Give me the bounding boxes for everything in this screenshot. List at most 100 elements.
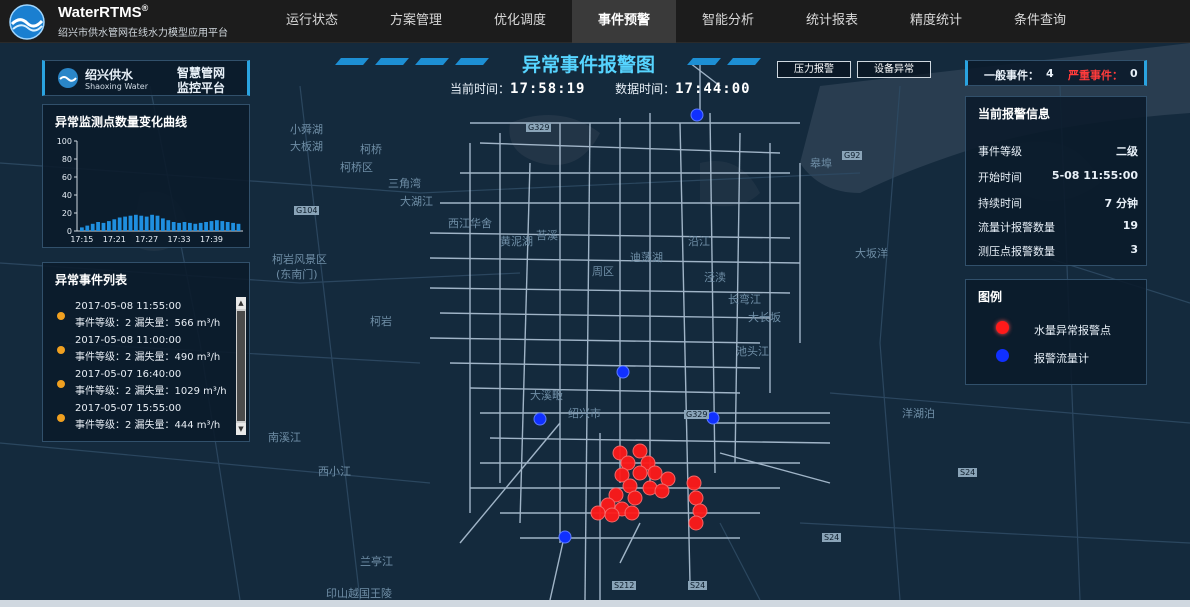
title-stripe [687,58,721,65]
chart-bar [193,223,198,231]
event-list-scrollbar[interactable]: ▲ ▼ [236,297,246,435]
nav-item-running-status[interactable]: 运行状态 [260,0,364,43]
event-detail: 事件等级：2 漏失量：1029 m³/h [75,386,227,397]
map-label: 周区 [592,265,614,278]
map-label: 沿江 [688,235,710,248]
map-label: 印山越国王陵 [326,587,392,600]
chart-bar [101,222,106,231]
device-abnormal-button[interactable]: 设备异常 [857,61,931,78]
y-tick-label: 60 [62,173,72,182]
chart-bar [107,221,111,231]
map-label: 洋湖泊 [902,407,935,420]
nav-item-condition-query[interactable]: 条件查询 [988,0,1092,43]
chart-bar [198,222,203,231]
list-item[interactable]: 2017-05-07 15:55:00 事件等级：2 漏失量：444 m³/h [55,403,235,433]
bottom-bar [0,600,1190,607]
chart-bar [215,220,219,231]
map-label: 柯岩风景区 [272,253,327,266]
scroll-up-icon[interactable]: ▲ [236,297,246,309]
road-badge: G92 [842,151,863,160]
map-label: 西小江 [318,465,351,478]
chart-bar [220,221,225,231]
x-tick-label: 17:33 [168,235,191,244]
general-event-count: 4 [1046,67,1054,80]
nav-item-smart-analysis[interactable]: 智能分析 [676,0,780,43]
event-dot-icon [57,312,65,320]
nav-item-statistics-report[interactable]: 统计报表 [780,0,884,43]
title-stripe [415,58,449,65]
list-item[interactable]: 2017-05-08 11:55:00 事件等级：2 漏失量：566 m³/h [55,301,235,331]
general-event-label: 一般事件： [984,69,1039,82]
y-tick-label: 40 [62,191,72,200]
chart-bar [204,222,208,231]
red-dot-icon [996,321,1009,334]
map-label: 柯岩 [370,315,392,328]
pressure-alarm-button[interactable]: 压力报警 [777,61,851,78]
chart-bar [231,222,235,231]
event-count-bar: 一般事件： 4 严重事件： 0 [965,60,1147,86]
x-tick-label: 17:39 [200,235,223,244]
map-label: 南溪江 [268,431,301,444]
scroll-down-icon[interactable]: ▼ [236,423,246,435]
event-time: 2017-05-07 15:55:00 [75,403,182,414]
map-label: 大湖江 [400,195,433,208]
event-detail: 事件等级：2 漏失量：444 m³/h [75,420,221,431]
event-time: 2017-05-08 11:00:00 [75,335,182,346]
event-dot-icon [57,380,65,388]
chart-bar [90,223,95,231]
event-dot-icon [57,346,65,354]
title-stripe [455,58,489,65]
road-badge: G329 [526,123,552,132]
company-brand-box: 绍兴供水 Shaoxing Water 智慧管网 监控平台 [42,60,250,96]
title-stripe [375,58,409,65]
brand-name: WaterRTMS® [58,3,149,21]
shaoxing-water-logo-icon [58,68,78,88]
severe-event-label: 严重事件： [1068,69,1123,82]
chart-bar [236,223,241,231]
chart-bar [209,221,214,231]
road-badge: S24 [822,533,842,542]
chart-bar [112,219,117,231]
road-badge: S24 [688,581,708,590]
y-tick-label: 20 [62,209,72,218]
data-time: 17:44:00 [675,81,751,97]
x-tick-label: 17:15 [70,235,93,244]
map-label: 苔溪 [536,229,558,242]
waterrtms-logo-icon [9,4,45,40]
list-item[interactable]: 2017-05-07 16:40:00 事件等级：2 漏失量：1029 m³/h [55,369,235,399]
map-label: 池头江 [736,345,769,358]
chart-bar [177,222,181,231]
map-label: 黄泥湖 [500,235,533,248]
chart-bar [171,222,176,231]
platform-subtitle: 绍兴市供水管网在线水力模型应用平台 [58,28,228,39]
top-nav-bar: WaterRTMS® 绍兴市供水管网在线水力模型应用平台 运行状态 方案管理 优… [0,0,1190,43]
nav-item-event-warning[interactable]: 事件预警 [572,0,676,43]
nav-item-optimization[interactable]: 优化调度 [468,0,572,43]
road-badge: G104 [294,206,320,215]
map-label: 柯桥区 [340,161,373,174]
map-label: 大长坂 [748,311,781,324]
chart-bar [155,215,160,231]
nav-item-plan-management[interactable]: 方案管理 [364,0,468,43]
road-badge: S212 [612,581,637,590]
platform-name-line2: 监控平台 [177,81,226,95]
map-label: 迪荡湖 [630,251,663,264]
event-dot-icon [57,414,65,422]
chart-bar [166,220,171,231]
chart-bar [144,216,149,231]
company-name-en: Shaoxing Water [85,82,148,91]
company-name-cn: 绍兴供水 [85,68,134,82]
chart-bar [80,227,84,231]
list-item[interactable]: 2017-05-08 11:00:00 事件等级：2 漏失量：490 m³/h [55,335,235,365]
chart-bar [96,222,100,231]
page-title: 异常事件报警图 [522,54,656,76]
chart-bar [128,215,133,231]
time-bar: 当前时间：17:58:19 数据时间：17:44:00 [450,80,751,97]
scrollbar-thumb[interactable] [237,311,245,421]
title-stripe [727,58,761,65]
map-label: 柯桥 [360,143,382,156]
map-label: 兰亭江 [360,555,393,568]
nav-item-accuracy-stats[interactable]: 精度统计 [884,0,988,43]
map-label: 长弯江 [728,293,761,306]
map-label: 三角湾 [388,177,421,190]
